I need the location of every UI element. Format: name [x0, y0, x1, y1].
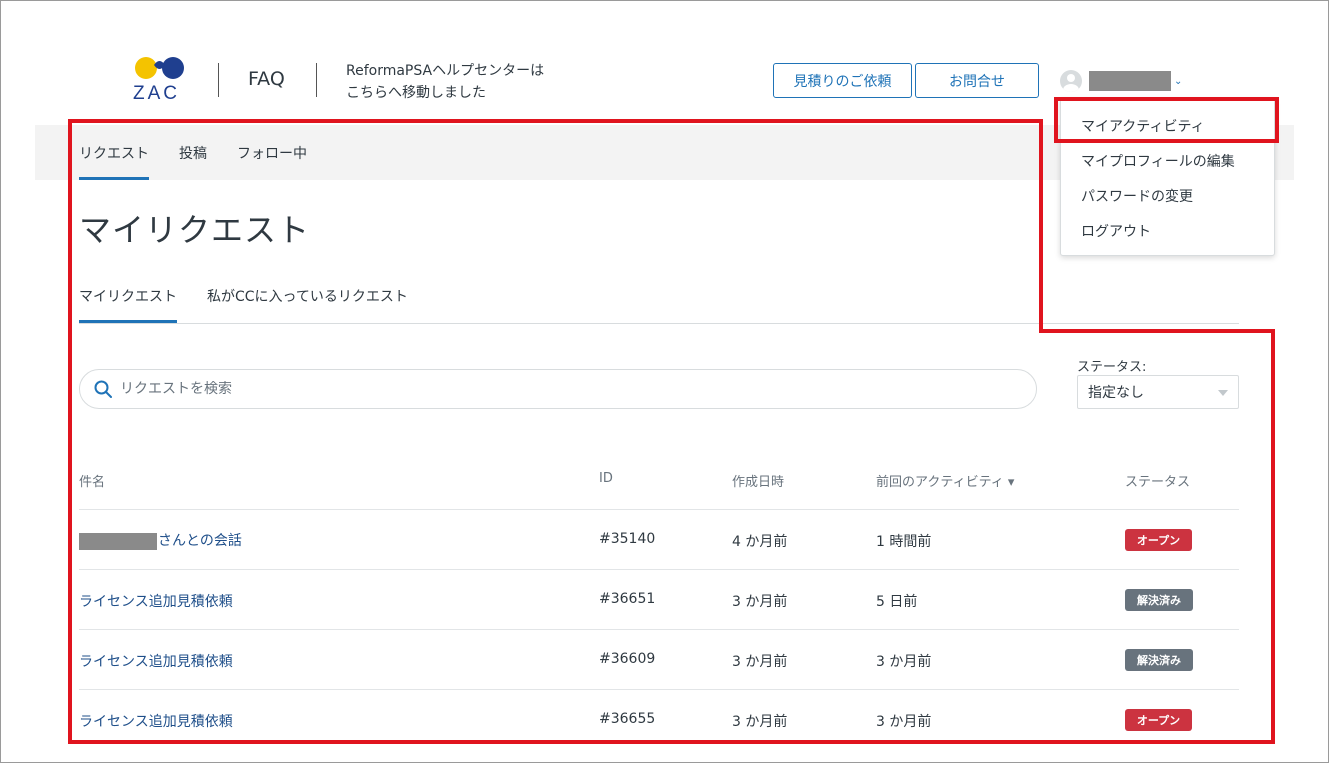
- status-badge: オープン: [1125, 709, 1192, 731]
- header-divider: [218, 63, 219, 97]
- status-filter-select[interactable]: 指定なし: [1077, 375, 1239, 409]
- created-time: 3 か月前: [732, 594, 788, 610]
- last-activity-time: 3 か月前: [876, 654, 932, 670]
- caret-down-icon: [1218, 390, 1228, 396]
- avatar: [1060, 70, 1082, 92]
- row-divider: [79, 629, 1239, 630]
- faq-title[interactable]: FAQ: [248, 68, 285, 90]
- tab-cc-requests[interactable]: 私がCCに入っているリクエスト: [207, 286, 408, 306]
- annotation-box-edge: [1054, 97, 1279, 101]
- request-search[interactable]: [79, 369, 1037, 409]
- request-id: #36651: [599, 591, 656, 607]
- request-id: #36609: [599, 651, 656, 667]
- last-activity-time: 5 日前: [876, 594, 918, 610]
- header-divider: [316, 63, 317, 97]
- redacted-name: [79, 532, 157, 550]
- column-header-id[interactable]: ID: [599, 471, 613, 486]
- annotation-box-edge: [1275, 97, 1279, 143]
- search-icon: [94, 380, 112, 398]
- created-time: 4 か月前: [732, 534, 788, 550]
- created-time: 3 か月前: [732, 714, 788, 730]
- notice-line-2: こちらへ移動しました: [346, 85, 486, 101]
- redacted-user-name: [1089, 71, 1171, 91]
- search-input[interactable]: [120, 381, 1000, 397]
- migration-notice[interactable]: ReformaPSAヘルプセンターは こちらへ移動しました: [346, 60, 544, 104]
- annotation-outline-edge: [1271, 329, 1275, 744]
- user-dropdown-menu: マイアクティビティ マイプロフィールの編集 パスワードの変更 ログアウト: [1060, 98, 1275, 256]
- column-header-last-activity[interactable]: 前回のアクティビティ ▾: [876, 471, 1014, 490]
- annotation-box-edge: [1054, 97, 1058, 143]
- tab-divider: [79, 323, 1239, 324]
- subnav-following[interactable]: フォロー中: [237, 143, 307, 163]
- annotation-box-edge: [1054, 139, 1279, 143]
- tab-my-requests[interactable]: マイリクエスト: [79, 286, 177, 306]
- annotation-outline-edge: [68, 119, 1043, 123]
- annotation-outline-edge: [1039, 119, 1043, 333]
- request-id: #35140: [599, 531, 656, 547]
- status-filter-label: ステータス:: [1077, 360, 1147, 375]
- table-row-subject-link[interactable]: さんとの会話: [79, 530, 242, 550]
- page-title: マイリクエスト: [79, 211, 311, 249]
- column-header-subject[interactable]: 件名: [79, 471, 105, 490]
- subnav-requests[interactable]: リクエスト: [79, 143, 149, 163]
- annotation-outline-edge: [68, 740, 1275, 744]
- menu-item-my-activity[interactable]: マイアクティビティ: [1081, 116, 1205, 136]
- menu-item-edit-profile[interactable]: マイプロフィールの編集: [1081, 151, 1235, 171]
- logo-text: ZAC: [133, 83, 180, 104]
- status-badge: 解決済み: [1125, 649, 1193, 671]
- user-menu-toggle[interactable]: ⌄: [1060, 70, 1182, 92]
- column-header-status[interactable]: ステータス: [1125, 471, 1190, 490]
- status-badge: オープン: [1125, 529, 1192, 551]
- zac-logo[interactable]: ZAC: [132, 55, 192, 105]
- chevron-down-icon: ⌄: [1174, 75, 1183, 87]
- table-row-subject-link[interactable]: ライセンス追加見積依頼: [79, 651, 233, 671]
- status-filter-value: 指定なし: [1088, 385, 1144, 401]
- request-id: #36655: [599, 711, 656, 727]
- table-row-subject-link[interactable]: ライセンス追加見積依頼: [79, 711, 233, 731]
- request-quote-button[interactable]: 見積りのご依頼: [773, 63, 912, 98]
- column-header-created[interactable]: 作成日時: [732, 471, 784, 490]
- menu-item-change-password[interactable]: パスワードの変更: [1081, 186, 1193, 206]
- table-row-subject-link[interactable]: ライセンス追加見積依頼: [79, 591, 233, 611]
- status-badge: 解決済み: [1125, 589, 1193, 611]
- subnav-active-indicator: [79, 177, 149, 180]
- row-divider: [79, 689, 1239, 690]
- notice-line-1: ReformaPSAヘルプセンターは: [346, 63, 545, 79]
- row-divider: [79, 509, 1239, 510]
- created-time: 3 か月前: [732, 654, 788, 670]
- last-activity-time: 1 時間前: [876, 534, 932, 550]
- logo-mark-icon: [135, 57, 184, 79]
- subject-text: さんとの会話: [158, 533, 242, 549]
- row-divider: [79, 569, 1239, 570]
- annotation-outline-edge: [68, 119, 72, 744]
- contact-button[interactable]: お問合せ: [915, 63, 1039, 98]
- last-activity-time: 3 か月前: [876, 714, 932, 730]
- menu-item-logout[interactable]: ログアウト: [1081, 221, 1151, 241]
- annotation-outline-edge: [1039, 329, 1275, 333]
- subnav-posts[interactable]: 投稿: [179, 143, 207, 163]
